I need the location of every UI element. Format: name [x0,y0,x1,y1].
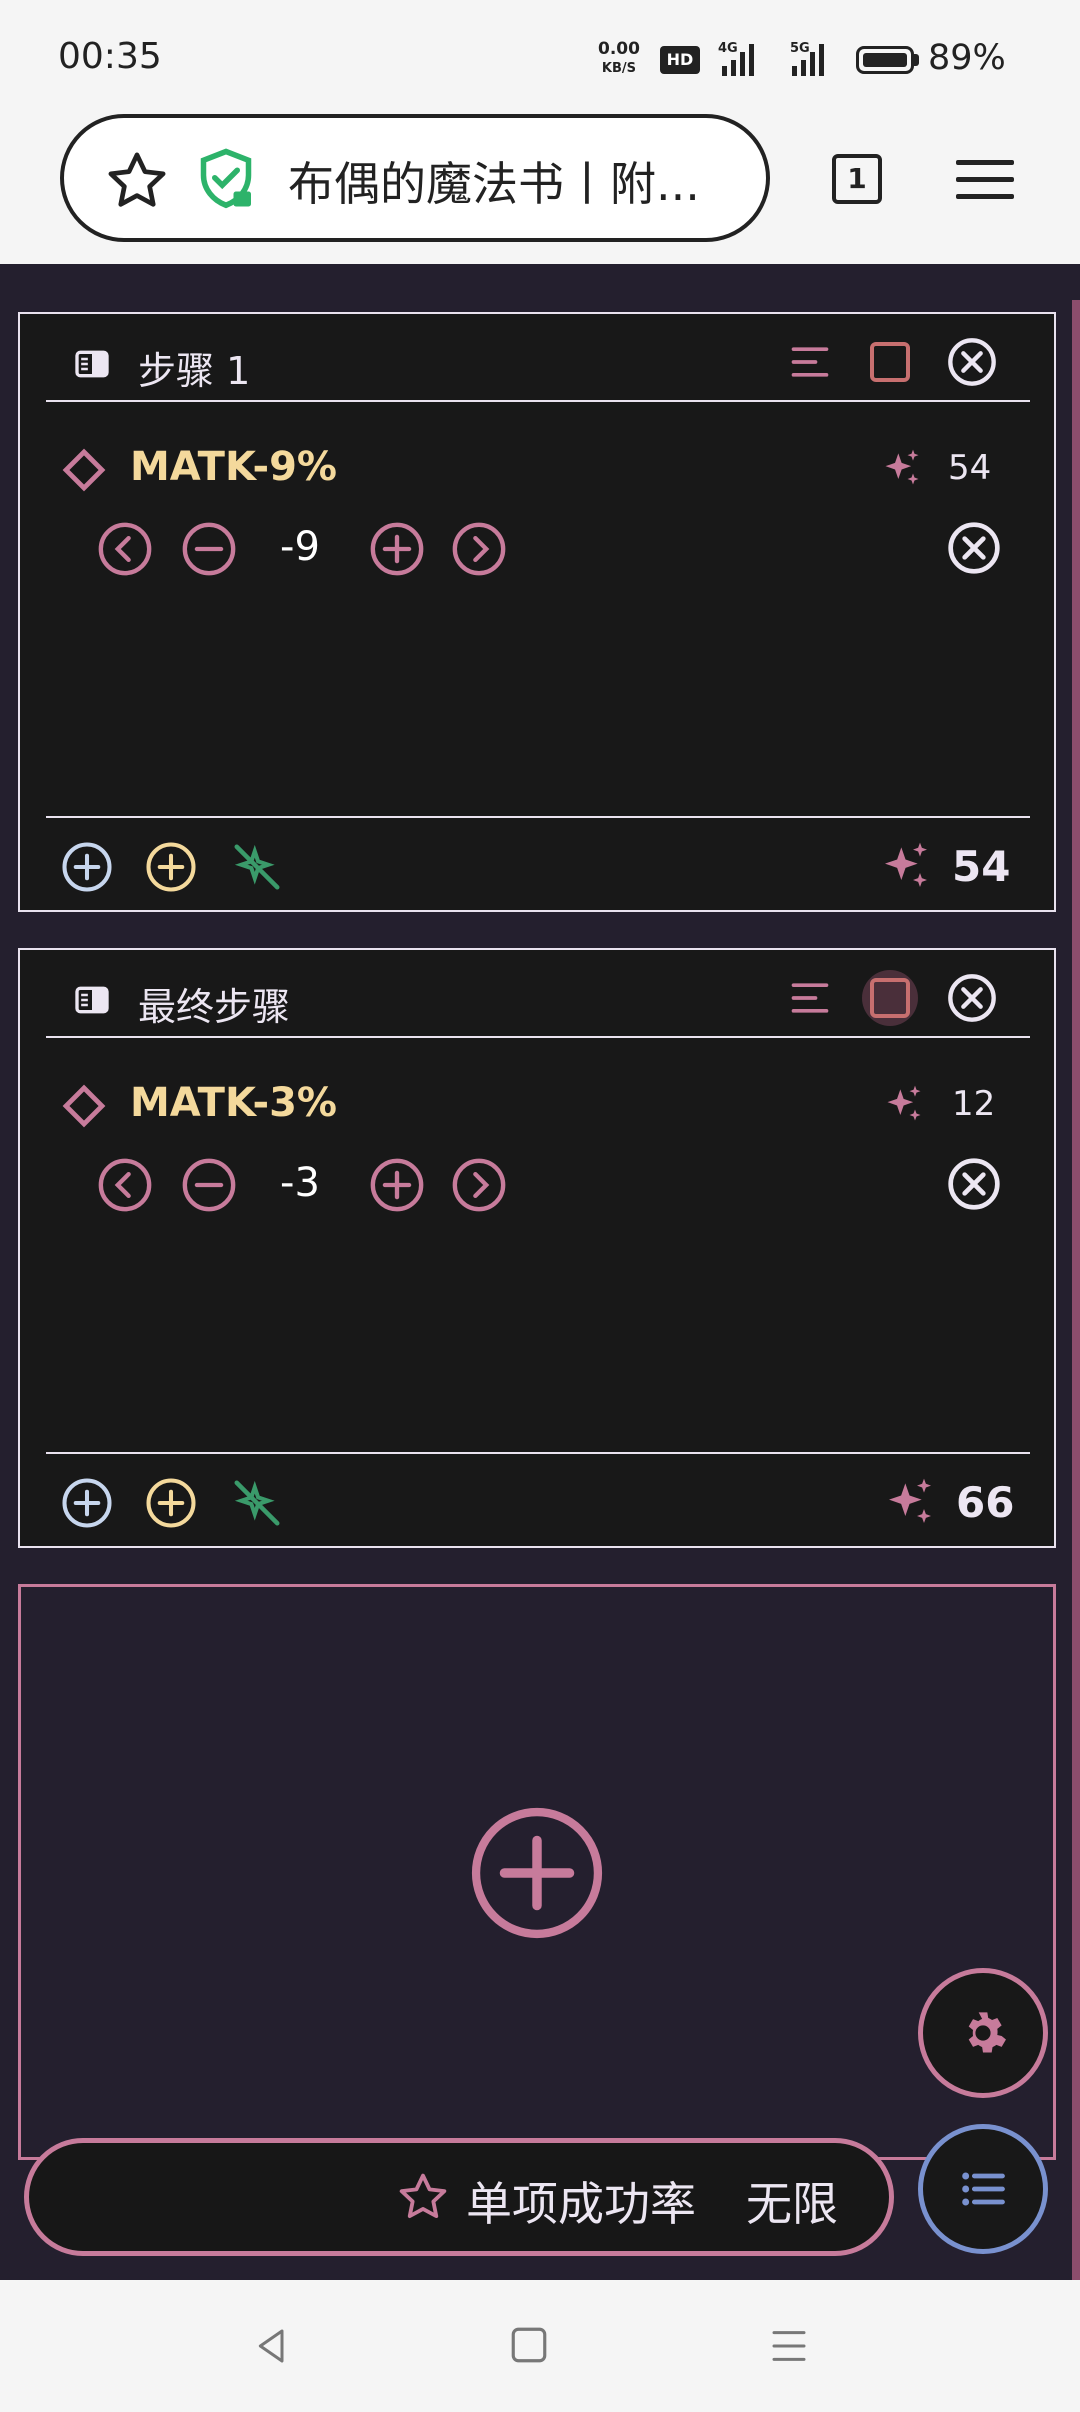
star-icon [399,2173,447,2219]
signal-5g-icon: 5G [790,41,824,76]
minus-icon[interactable] [180,520,238,578]
signal-4g-icon: 4G [718,41,754,76]
book-icon [75,350,109,378]
sparkle-off-icon[interactable] [230,840,284,894]
home-nav-icon[interactable] [508,2324,550,2366]
effect-points: 12 [952,1084,996,1124]
chevron-left-icon[interactable] [96,520,154,578]
svg-text:4G: 4G [718,41,738,56]
close-icon[interactable] [946,336,998,388]
browser-menu-icon[interactable] [956,158,1014,202]
card-total-points: 54 [952,842,1011,891]
chevron-left-icon[interactable] [96,1156,154,1214]
add-circle-blue-icon[interactable] [60,1476,114,1530]
list-icon [962,2172,1005,2206]
add-circle-yellow-icon[interactable] [144,840,198,894]
security-shield-icon[interactable] [196,146,256,212]
back-nav-icon[interactable] [252,2324,292,2368]
bookmark-star-icon[interactable] [104,148,170,214]
network-speed-unit: KB/S [601,61,637,76]
add-step-icon[interactable] [466,1802,608,1944]
checkbox-icon[interactable] [866,338,914,386]
sparkle-off-icon[interactable] [230,1476,284,1530]
minus-icon[interactable] [180,1156,238,1214]
status-bar: 00:35 0.00 KB/S HD 4G 5G 89% [0,0,1080,90]
plus-icon[interactable] [368,520,426,578]
divider [46,1036,1030,1038]
card-total-points: 66 [956,1478,1015,1527]
stepper-value: -3 [280,1160,320,1206]
recents-nav-icon[interactable] [768,2326,810,2366]
card-title[interactable]: 最终步骤 [138,976,290,1031]
effect-name: MATK-3% [130,1080,337,1126]
sparkle-total-icon [889,1478,931,1523]
plus-icon[interactable] [368,1156,426,1214]
effect-name: MATK-9% [130,444,337,490]
divider [46,1452,1030,1454]
book-icon [75,986,109,1014]
battery-percent: 89% [928,38,1006,78]
status-time: 00:35 [58,36,162,77]
stepper-value: -9 [280,524,320,570]
page-title[interactable]: 布偶的魔法书丨附... [288,148,700,214]
remove-effect-icon[interactable] [946,1156,1002,1212]
align-left-icon[interactable] [788,976,832,1020]
step-card: 步骤 1 MATK-9% 54 -9 54 [18,312,1056,912]
sparkle-total-icon [885,842,927,887]
success-rate-label: 单项成功率 [466,2177,696,2231]
sparkle-icon [887,1085,921,1121]
align-left-icon[interactable] [788,340,832,384]
network-speed: 0.00 KB/S [598,40,640,78]
remove-effect-icon[interactable] [946,520,1002,576]
checkbox-icon[interactable] [860,968,920,1028]
divider [46,400,1030,402]
svg-text:5G: 5G [790,41,810,56]
diamond-icon [62,1084,106,1128]
scrollbar[interactable] [1072,300,1080,2280]
divider [46,816,1030,818]
browser-toolbar: 布偶的魔法书丨附... 1 [0,90,1080,264]
gear-icon [968,2012,1006,2053]
tab-switcher-button[interactable]: 1 [832,154,882,204]
hd-badge: HD [660,46,700,74]
network-speed-value: 0.00 [598,39,640,59]
add-circle-yellow-icon[interactable] [144,1476,198,1530]
chevron-right-icon[interactable] [450,520,508,578]
add-circle-blue-icon[interactable] [60,840,114,894]
effect-points: 54 [948,448,992,488]
system-nav-bar [0,2280,1080,2412]
close-icon[interactable] [946,972,998,1024]
diamond-icon [62,448,106,492]
card-title[interactable]: 步骤 1 [138,340,250,395]
step-card: 最终步骤 MATK-3% 12 -3 66 [18,948,1056,1548]
battery-icon [856,46,914,74]
chevron-right-icon[interactable] [450,1156,508,1214]
sparkle-icon [885,449,919,485]
success-rate-value: 无限 [746,2177,838,2231]
